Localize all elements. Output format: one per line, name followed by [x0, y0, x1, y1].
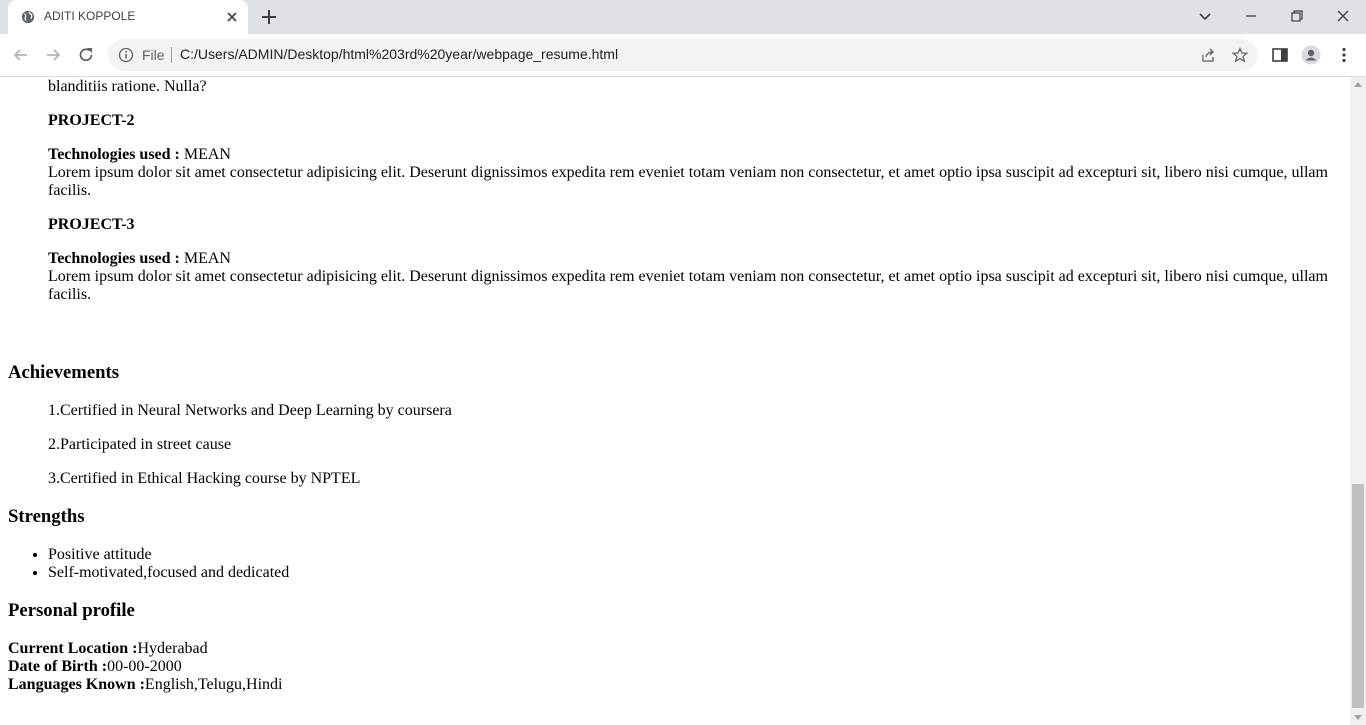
strength-item: Positive attitude: [48, 546, 1350, 564]
minimize-icon[interactable]: [1241, 6, 1261, 26]
project-3-description: Lorem ipsum dolor sit amet consectetur a…: [48, 268, 1328, 303]
project-3-tech: MEAN: [179, 250, 231, 267]
dob-value: 00-00-2000: [107, 658, 182, 675]
close-tab-icon[interactable]: [224, 9, 240, 25]
achievements-list: 1.Certified in Neural Networks and Deep …: [48, 402, 1328, 488]
strengths-heading: Strengths: [8, 506, 85, 527]
address-separator: [171, 47, 172, 63]
tab-active[interactable]: ADITI KOPPOLE: [8, 0, 248, 34]
location-label: Current Location :: [8, 640, 138, 657]
resume-content: Lorem ipsum dolor, sit amet consectetur …: [0, 77, 1350, 694]
menu-kebab-icon[interactable]: [1334, 45, 1354, 65]
side-panel-icon[interactable]: [1270, 45, 1290, 65]
project-3-title: PROJECT-3: [48, 216, 135, 233]
tab-title: ADITI KOPPOLE: [44, 9, 136, 23]
info-icon[interactable]: [118, 47, 134, 63]
forward-icon[interactable]: [43, 45, 63, 65]
achievements-heading: Achievements: [8, 362, 120, 383]
browser-toolbar: File C:/Users/ADMIN/Desktop/html%203rd%2…: [0, 34, 1366, 77]
reload-icon[interactable]: [76, 45, 96, 65]
address-bar[interactable]: File C:/Users/ADMIN/Desktop/html%203rd%2…: [108, 39, 1258, 71]
bookmark-star-icon[interactable]: [1232, 47, 1248, 63]
url-text[interactable]: C:/Users/ADMIN/Desktop/html%203rd%20year…: [180, 46, 618, 62]
tech-label: Technologies used :: [48, 250, 180, 267]
languages-value: English,Telugu,Hindi: [144, 676, 283, 693]
achievement-item: 3.Certified in Ethical Hacking course by…: [48, 470, 361, 487]
project-2-description: Lorem ipsum dolor sit amet consectetur a…: [48, 164, 1328, 199]
location-row: Current Location :Hyderabad: [8, 640, 1350, 658]
project-2-title: PROJECT-2: [48, 112, 135, 129]
project-2-details: Technologies used : MEAN Lorem ipsum dol…: [48, 146, 1328, 200]
scroll-down-arrow-icon[interactable]: [1354, 715, 1362, 720]
projects-section: Lorem ipsum dolor, sit amet consectetur …: [48, 77, 1328, 304]
scrollbar-thumb[interactable]: [1352, 484, 1364, 708]
vertical-scrollbar[interactable]: [1350, 77, 1366, 725]
dob-row: Date of Birth :00-00-2000: [8, 658, 1350, 676]
back-icon[interactable]: [11, 45, 31, 65]
dob-label: Date of Birth :: [8, 658, 108, 675]
new-tab-icon[interactable]: [260, 8, 278, 26]
profile-avatar-icon[interactable]: [1301, 45, 1321, 65]
page-viewport: Lorem ipsum dolor, sit amet consectetur …: [0, 77, 1350, 725]
achievement-item: 2.Participated in street cause: [48, 436, 232, 453]
languages-row: Languages Known :English,Telugu,Hindi: [8, 676, 1350, 694]
restore-icon[interactable]: [1287, 6, 1307, 26]
file-label: File: [142, 47, 165, 63]
tab-strip: ADITI KOPPOLE: [0, 0, 1366, 34]
tab-search-icon[interactable]: [1195, 6, 1215, 26]
strengths-list: Positive attitude Self-motivated,focused…: [0, 546, 1350, 582]
tech-label: Technologies used :: [48, 146, 180, 163]
achievement-item: 1.Certified in Neural Networks and Deep …: [48, 402, 452, 419]
share-icon[interactable]: [1200, 47, 1216, 63]
languages-label: Languages Known :: [8, 676, 145, 693]
scroll-up-arrow-icon[interactable]: [1354, 82, 1362, 87]
project-3-details: Technologies used : MEAN Lorem ipsum dol…: [48, 250, 1328, 304]
close-window-icon[interactable]: [1333, 6, 1353, 26]
strength-item: Self-motivated,focused and dedicated: [48, 564, 1350, 582]
personal-profile: Current Location :Hyderabad Date of Birt…: [8, 640, 1350, 694]
location-value: Hyderabad: [137, 640, 208, 657]
personal-profile-heading: Personal profile: [8, 600, 135, 621]
project-2-tech: MEAN: [179, 146, 231, 163]
project-1-description: Lorem ipsum dolor, sit amet consectetur …: [48, 78, 207, 95]
globe-icon: [21, 10, 35, 24]
